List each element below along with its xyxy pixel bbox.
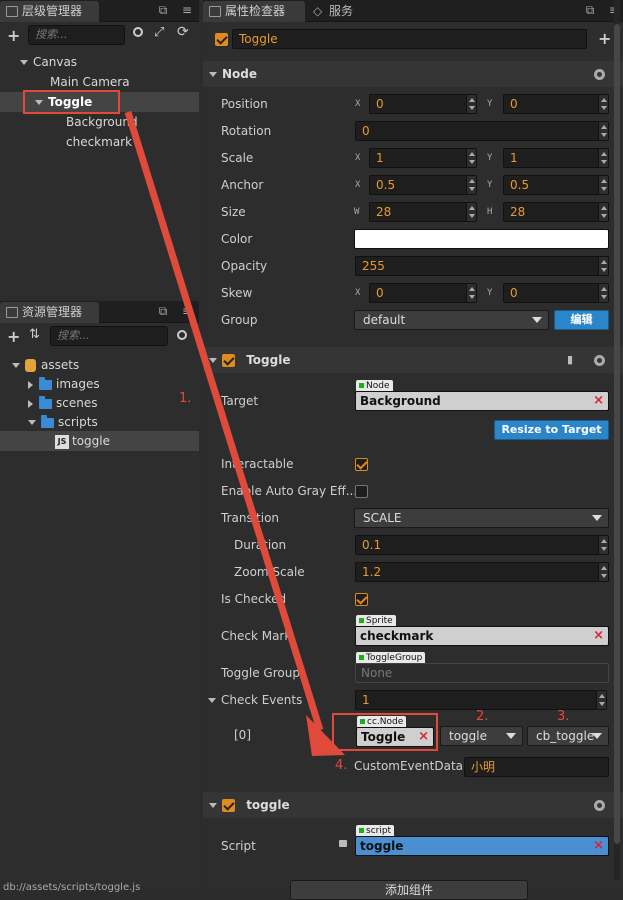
annotation-4: 4. (335, 758, 348, 773)
annotation-arrow (124, 110, 345, 756)
arrow-head (306, 715, 345, 756)
annotation-3: 3. (557, 709, 570, 724)
arrow-shaft (124, 110, 324, 732)
annotation-1: 1. (179, 391, 192, 406)
annotation-2: 2. (476, 709, 489, 724)
